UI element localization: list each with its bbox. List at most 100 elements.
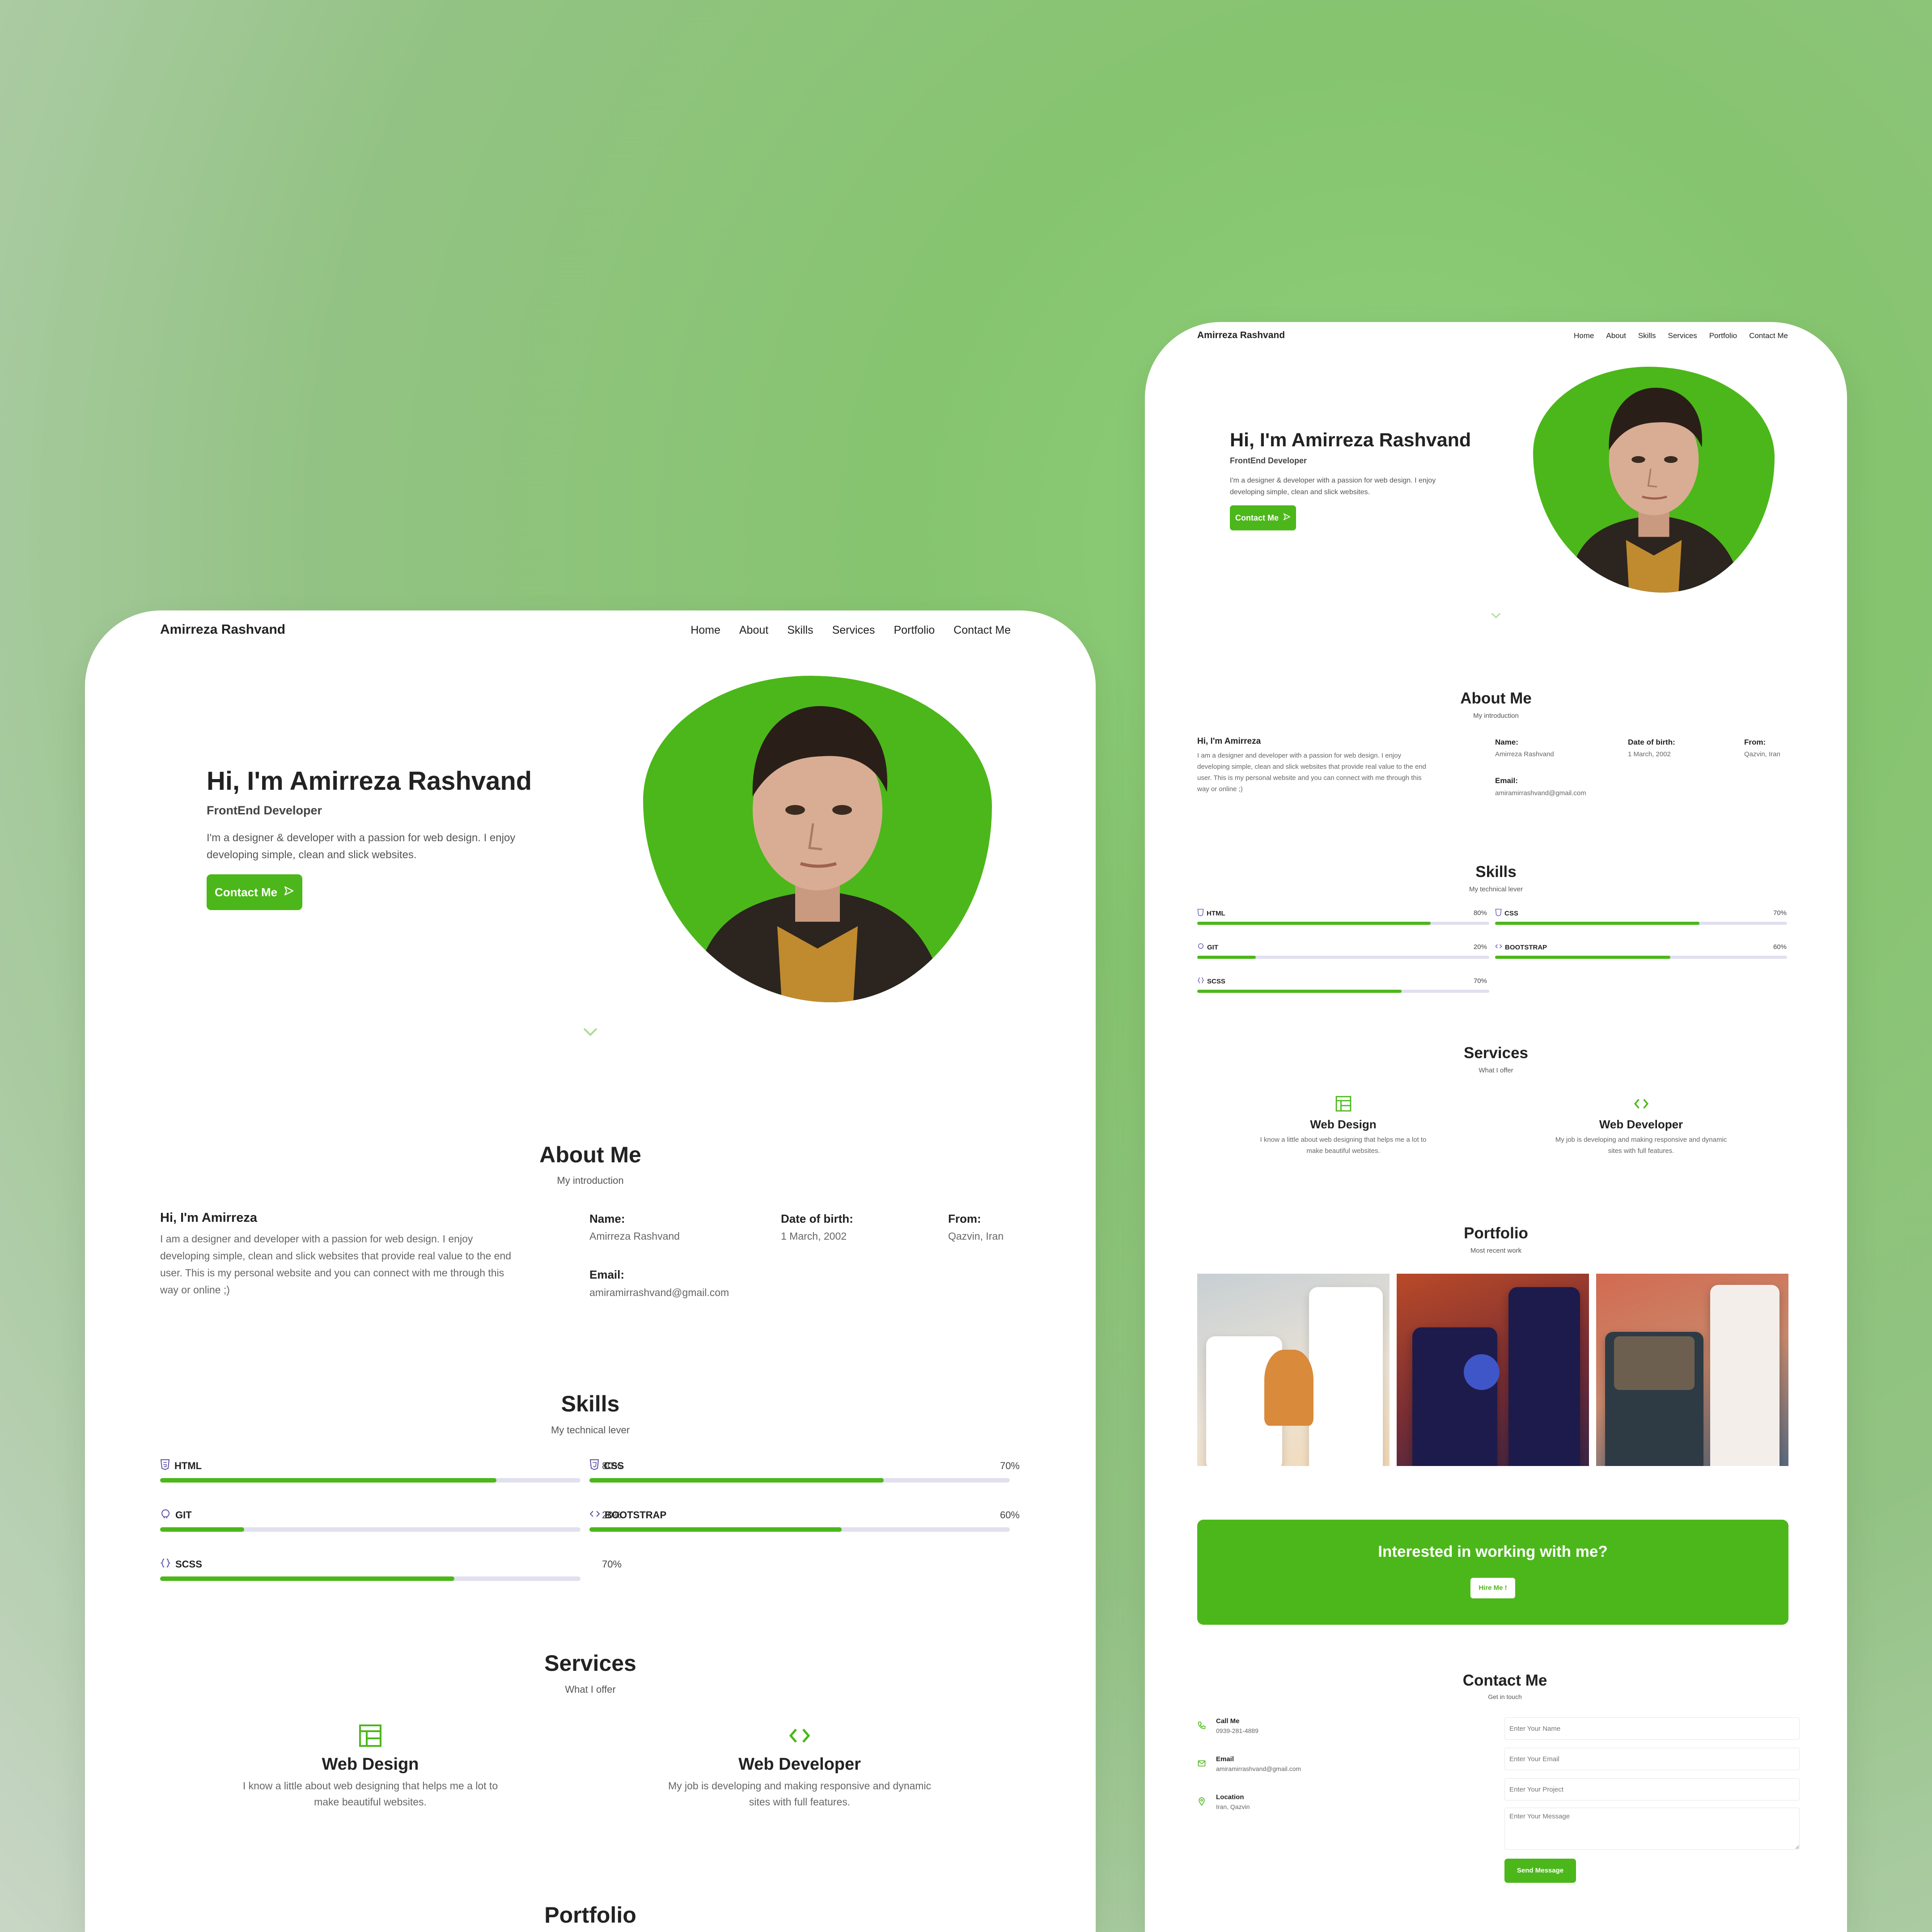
- skill-percent: 70%: [1773, 909, 1787, 917]
- service-description: My job is developing and making responsi…: [1555, 1136, 1727, 1155]
- hire-me-button[interactable]: Hire Me !: [1470, 1578, 1515, 1598]
- nav-portfolio[interactable]: Portfolio: [894, 624, 935, 637]
- skill-percent: 60%: [1773, 943, 1787, 951]
- site-brand[interactable]: Amirreza Rashvand: [1197, 330, 1285, 341]
- tablet-preview: Amirreza Rashvand Home About Skills Serv…: [85, 610, 1096, 1932]
- nav-portfolio[interactable]: Portfolio: [1709, 331, 1737, 340]
- portfolio-title: Portfolio: [544, 1902, 636, 1928]
- site-brand[interactable]: Amirreza Rashvand: [160, 622, 285, 637]
- nav-home[interactable]: Home: [691, 624, 720, 637]
- about-email-label: Email:: [1495, 776, 1518, 785]
- services-subtitle: What I offer: [1479, 1067, 1513, 1074]
- services-subtitle: What I offer: [565, 1684, 616, 1695]
- mail-icon: [1197, 1759, 1206, 1770]
- about-title: About Me: [539, 1142, 641, 1167]
- code-icon: [1495, 943, 1502, 952]
- hero-title: Hi, I'm Amirreza Rashvand: [207, 767, 532, 796]
- github-icon: [1197, 943, 1204, 952]
- service-description: I know a little about web designing that…: [242, 1780, 498, 1808]
- about-email-value: amiramirrashvand@gmail.com: [1495, 789, 1586, 797]
- nav-about[interactable]: About: [739, 624, 768, 637]
- service-web-design: Web Design I know a little about web des…: [160, 1724, 580, 1810]
- service-title: Web Developer: [738, 1755, 861, 1774]
- email-input[interactable]: [1504, 1748, 1800, 1770]
- scroll-down-icon[interactable]: [1490, 612, 1502, 621]
- skill-label: BOOTSTRAP: [1495, 943, 1547, 952]
- contact-label: Location: [1216, 1793, 1244, 1801]
- nav-about[interactable]: About: [1606, 331, 1626, 340]
- about-greeting: Hi, I'm Amirreza: [1197, 737, 1261, 746]
- skill-percent: 70%: [1000, 1460, 1020, 1471]
- code-icon: [589, 1508, 600, 1522]
- nav-contact[interactable]: Contact Me: [953, 624, 1011, 637]
- desktop-preview: Amirreza Rashvand Home About Skills Serv…: [1145, 322, 1847, 1932]
- nav-contact[interactable]: Contact Me: [1749, 331, 1788, 340]
- message-textarea[interactable]: [1504, 1808, 1800, 1850]
- location-pin-icon: [1197, 1797, 1206, 1808]
- about-from-value: Qazvin, Iran: [948, 1230, 1004, 1242]
- about-dob-value: 1 March, 2002: [781, 1230, 847, 1242]
- mockup-phone: [1710, 1285, 1779, 1466]
- hero-description: I'm a designer & developer with a passio…: [207, 832, 516, 861]
- portfolio-item[interactable]: [1596, 1274, 1788, 1466]
- about-email-label: Email:: [589, 1268, 625, 1281]
- nav-skills[interactable]: Skills: [1638, 331, 1656, 340]
- skill-bar: [1197, 922, 1489, 925]
- about-name-label: Name:: [589, 1212, 625, 1225]
- braces-icon: [1197, 977, 1204, 986]
- contact-value: 0939-281-4889: [1216, 1727, 1258, 1734]
- mockup-image: [1464, 1354, 1500, 1390]
- nav-skills[interactable]: Skills: [787, 624, 813, 637]
- portfolio-item[interactable]: [1197, 1274, 1390, 1466]
- nav-home[interactable]: Home: [1574, 331, 1594, 340]
- about-name-value: Amirreza Rashvand: [1495, 750, 1554, 758]
- mockup-phone: [1412, 1327, 1497, 1466]
- skill-label: CSS: [589, 1459, 624, 1473]
- skill-percent: 60%: [1000, 1509, 1020, 1521]
- skill-label: GIT: [1197, 943, 1218, 952]
- service-web-developer: Web Developer My job is developing and m…: [1495, 1096, 1787, 1157]
- about-dob-label: Date of birth:: [781, 1212, 853, 1225]
- hire-banner: Interested in working with me? Hire Me !: [1197, 1520, 1788, 1625]
- about-from-label: From:: [1744, 738, 1766, 746]
- nav-services[interactable]: Services: [832, 624, 875, 637]
- skill-bar: [1495, 956, 1787, 959]
- project-input[interactable]: [1504, 1778, 1800, 1801]
- scroll-down-icon[interactable]: [581, 1026, 599, 1039]
- skill-bar-fill: [160, 1478, 496, 1483]
- skill-bar-fill: [160, 1576, 454, 1581]
- layout-icon: [160, 1724, 580, 1750]
- contact-label: Call Me: [1216, 1717, 1240, 1725]
- name-input[interactable]: [1504, 1717, 1800, 1740]
- css3-icon: [589, 1459, 599, 1473]
- skill-bar-fill: [160, 1527, 244, 1532]
- skill-bar: [1495, 922, 1787, 925]
- about-greeting: Hi, I'm Amirreza: [160, 1211, 257, 1225]
- nav-services[interactable]: Services: [1668, 331, 1697, 340]
- about-name-label: Name:: [1495, 738, 1518, 746]
- portfolio-title: Portfolio: [1464, 1224, 1528, 1242]
- skill-label: SCSS: [1197, 977, 1225, 986]
- skill-percent: 80%: [1473, 909, 1487, 917]
- skill-bar: [160, 1478, 580, 1483]
- skill-bar: [160, 1527, 580, 1532]
- hero-subtitle: FrontEnd Developer: [1230, 456, 1307, 465]
- mockup-phone: [1508, 1287, 1580, 1466]
- about-bio: I am a designer and developer with a pas…: [160, 1233, 512, 1296]
- send-message-button[interactable]: Send Message: [1504, 1859, 1576, 1883]
- service-description: My job is developing and making responsi…: [668, 1780, 932, 1808]
- skill-label: HTML: [1197, 909, 1225, 918]
- hire-banner-title: Interested in working with me?: [1378, 1543, 1608, 1560]
- skill-percent: 70%: [602, 1559, 622, 1570]
- skill-label: SCSS: [160, 1558, 202, 1571]
- skill-bar: [589, 1527, 1010, 1532]
- code-icon: [589, 1724, 1010, 1750]
- contact-me-button[interactable]: Contact Me: [1230, 505, 1296, 530]
- portfolio-subtitle: Most recent work: [1470, 1247, 1522, 1254]
- html5-icon: [1197, 909, 1204, 918]
- skill-percent: 20%: [1473, 943, 1487, 951]
- contact-label: Email: [1216, 1755, 1234, 1763]
- contact-me-button[interactable]: Contact Me: [207, 874, 303, 910]
- portfolio-item[interactable]: [1397, 1274, 1589, 1466]
- skill-bar-fill: [1197, 990, 1402, 993]
